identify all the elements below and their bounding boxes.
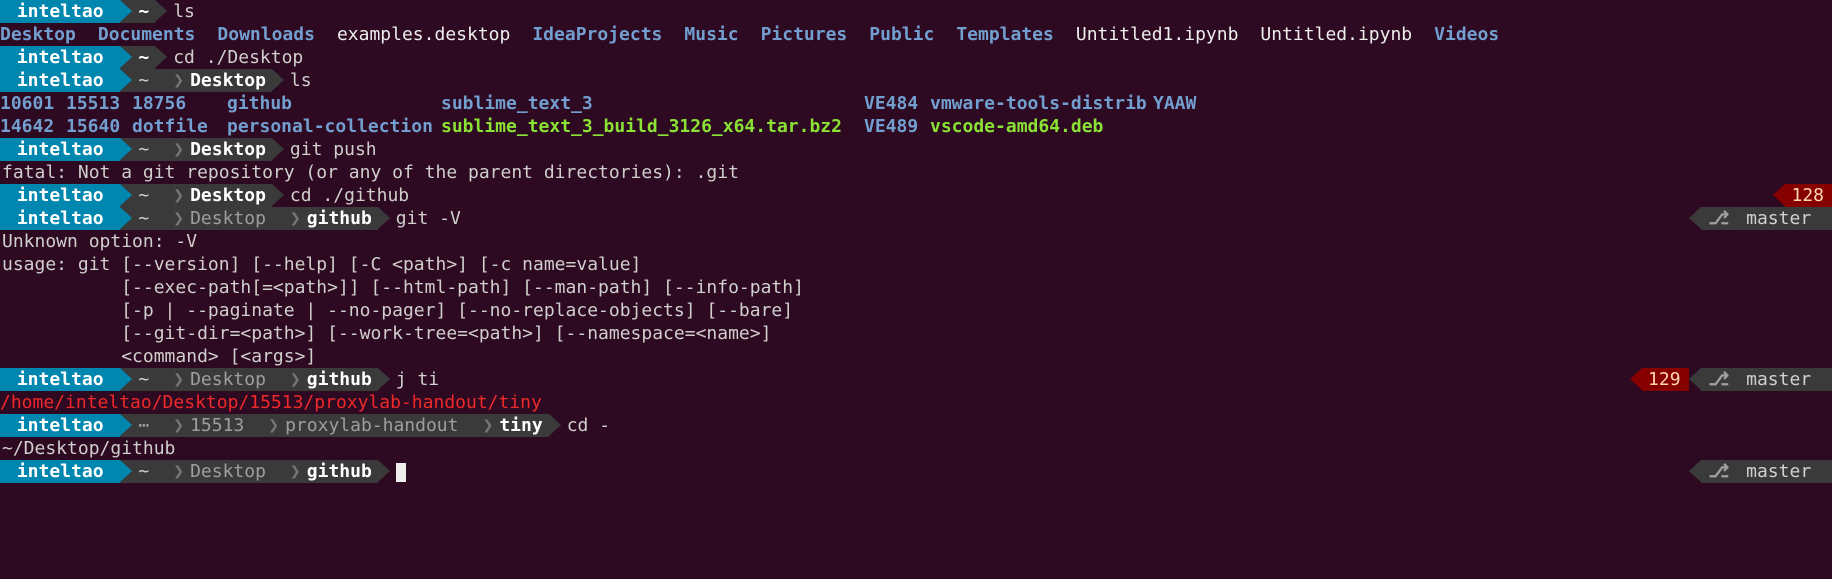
command-text: git push [272,138,377,161]
right-status: ⎇ master [1689,207,1832,230]
output-text: [--git-dir=<path>] [--work-tree=<path>] … [0,322,771,345]
output-text: /home/inteltao/Desktop/15513/proxylab-ha… [0,391,542,414]
prompt-line: inteltao ~❯Desktopls [0,69,1832,92]
exit-code-badge: 129 [1642,368,1689,391]
ls-entry: VE484 [864,92,930,115]
command-text: cd ./Desktop [155,46,303,69]
git-branch-badge: ⎇ master [1701,368,1832,391]
path-segment: ❯Desktop [155,69,272,92]
git-branch-badge: ⎇ master [1701,207,1832,230]
ls-entry: github [227,92,441,115]
path-segment: ❯Desktop [155,184,272,207]
user-segment: inteltao [0,460,120,483]
exit-code-badge: 128 [1785,184,1832,207]
ls-entry: examples.desktop [337,23,510,46]
ls-entry: sublime_text_3 [441,92,864,115]
path-segment: ❯Desktop [155,368,272,391]
output-line: Unknown option: -V [0,230,1832,253]
ls-entry: 15513 [66,92,132,115]
output-text: fatal: Not a git repository (or any of t… [0,161,739,184]
ls-entry: sublime_text_3_build_3126_x64.tar.bz2 [441,115,864,138]
output-text: ~/Desktop/github [0,437,175,460]
prompt-line: inteltao ~❯Desktopgit push [0,138,1832,161]
prompt-line: inteltao ~❯Desktop❯githubj ti129⎇ master [0,368,1832,391]
path-segment: ❯github [272,460,378,483]
prompt-line: inteltao ~ls [0,0,1832,23]
user-segment: inteltao [0,46,120,69]
ls-output: 1464215640dotfilepersonal-collectionsubl… [0,115,1832,138]
right-status: 129 ⎇ master [1630,368,1832,391]
branch-icon: ⎇ [1709,368,1730,391]
ls-entry: Music [684,23,738,46]
output-line: [--git-dir=<path>] [--work-tree=<path>] … [0,322,1832,345]
ls-entry: Downloads [217,23,315,46]
ls-entry: dotfile [132,115,227,138]
ls-entry: Untitled1.ipynb [1076,23,1239,46]
output-line: /home/inteltao/Desktop/15513/proxylab-ha… [0,391,1832,414]
output-text: <command> [<args>] [0,345,316,368]
prompt-line: inteltao ~cd ./Desktop [0,46,1832,69]
git-branch-badge: ⎇ master [1701,460,1832,483]
branch-icon: ⎇ [1709,460,1730,483]
prompt-line: inteltao ~❯Desktop❯github⎇ master [0,460,1832,483]
output-text: [--exec-path[=<path>]] [--html-path] [--… [0,276,804,299]
command-text: cd ./github [272,184,409,207]
ls-entry: Desktop [0,23,76,46]
ls-entry: vscode-amd64.deb [930,115,1153,138]
output-line: [-p | --paginate | --no-pager] [--no-rep… [0,299,1832,322]
branch-icon: ⎇ [1709,207,1730,230]
path-segment: ❯tiny [464,414,548,437]
user-segment: inteltao [0,69,120,92]
prompt-line: inteltao ⋯❯15513❯proxylab-handout❯tinycd… [0,414,1832,437]
ls-entry: personal-collection [227,115,441,138]
output-text: usage: git [--version] [--help] [-C <pat… [0,253,641,276]
ls-entry: 15640 [66,115,132,138]
ls-output: 106011551318756githubsublime_text_3VE484… [0,92,1832,115]
prompt-line: inteltao ~❯Desktopcd ./github128 [0,184,1832,207]
output-line: <command> [<args>] [0,345,1832,368]
right-status: 128 [1773,184,1832,207]
path-segment: ❯proxylab-handout [250,414,464,437]
user-segment: inteltao [0,184,120,207]
output-text: Unknown option: -V [0,230,197,253]
user-segment: inteltao [0,368,120,391]
path-segment: ❯15513 [155,414,250,437]
command-text: git -V [378,207,461,230]
output-line: ~/Desktop/github [0,437,1832,460]
ls-entry: YAAW [1153,92,1233,115]
prompt-line: inteltao ~❯Desktop❯githubgit -V⎇ master [0,207,1832,230]
cursor [396,463,406,482]
user-segment: inteltao [0,414,120,437]
output-line: fatal: Not a git repository (or any of t… [0,161,1832,184]
ls-entry: 10601 [0,92,66,115]
terminal[interactable]: inteltao ~lsDesktop Documents Downloads exa… [0,0,1832,483]
user-segment: inteltao [0,138,120,161]
path-segment: ❯Desktop [155,207,272,230]
ls-entry: 18756 [132,92,227,115]
path-segment: ❯Desktop [155,460,272,483]
ls-entry: Videos [1434,23,1499,46]
ls-entry: VE489 [864,115,930,138]
output-text: [-p | --paginate | --no-pager] [--no-rep… [0,299,793,322]
path-segment: ❯github [272,368,378,391]
output-line: usage: git [--version] [--help] [-C <pat… [0,253,1832,276]
ls-output: Desktop Documents Downloads examples.deskto… [0,23,1832,46]
user-segment: inteltao [0,0,120,23]
right-status: ⎇ master [1689,460,1832,483]
ls-entry: Public [869,23,934,46]
ls-entry: Pictures [761,23,848,46]
ls-entry: vmware-tools-distrib [930,92,1153,115]
ls-entry: Documents [98,23,196,46]
user-segment: inteltao [0,207,120,230]
ls-entry: IdeaProjects [532,23,662,46]
ls-entry: Untitled.ipynb [1260,23,1412,46]
path-segment: ❯Desktop [155,138,272,161]
path-segment: ❯github [272,207,378,230]
ls-entry: Templates [956,23,1054,46]
ls-entry: 14642 [0,115,66,138]
output-line: [--exec-path[=<path>]] [--html-path] [--… [0,276,1832,299]
